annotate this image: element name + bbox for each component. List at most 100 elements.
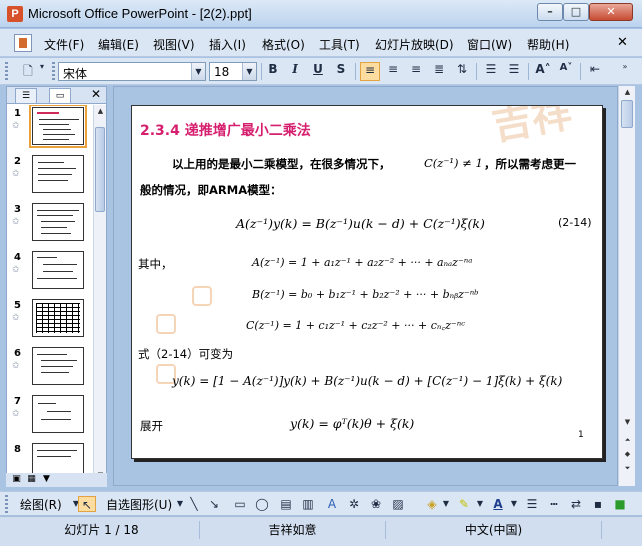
slide-number: 2	[14, 156, 21, 167]
slideshow-view-icon[interactable]: ▼	[40, 473, 53, 486]
scroll-thumb[interactable]	[95, 127, 105, 212]
close-button[interactable]: ✕	[589, 3, 633, 21]
menu-insert[interactable]: 插入(I)	[209, 36, 246, 53]
vertical-textbox-icon[interactable]: ▥	[300, 496, 316, 512]
new-document-icon[interactable]: 🗋	[18, 62, 38, 81]
vertical-distribute-icon[interactable]: ⇅	[452, 62, 472, 81]
line-style-icon[interactable]: ☰	[524, 496, 540, 512]
toolbar-options-icon[interactable]: ▾	[36, 62, 48, 81]
intro-text-line1[interactable]: 以上用的是最小二乘模型，在很多情况下，	[172, 156, 391, 172]
chevron-down-icon[interactable]: ▼	[506, 496, 522, 512]
oval-icon[interactable]: ◯	[254, 496, 270, 512]
toolbar-grip[interactable]	[5, 495, 8, 513]
toolbar-options-icon[interactable]: »	[618, 62, 632, 81]
decrease-indent-icon[interactable]: ⇤	[585, 62, 605, 81]
font-color-icon[interactable]: A	[490, 496, 506, 512]
menu-file[interactable]: 文件(F)	[44, 36, 84, 53]
panel-close-icon[interactable]: ✕	[91, 87, 101, 101]
menu-tools[interactable]: 工具(T)	[319, 36, 360, 53]
minimize-button[interactable]: –	[537, 3, 563, 21]
line-icon[interactable]: ╲	[186, 496, 202, 512]
autoshapes-button[interactable]: 自选图形(U)	[106, 496, 172, 513]
chevron-down-icon[interactable]: ▼	[438, 496, 454, 512]
font-size-select[interactable]: 18 ▼	[209, 62, 257, 81]
align-left-icon[interactable]: ≡	[360, 62, 380, 81]
scroll-up-icon[interactable]: ▲	[95, 105, 106, 117]
chevron-down-icon[interactable]: ▼	[242, 63, 256, 80]
menu-view[interactable]: 视图(V)	[153, 36, 195, 53]
menu-slideshow[interactable]: 幻灯片放映(D)	[375, 36, 454, 53]
slide-thumbnail[interactable]	[32, 347, 84, 385]
powerpoint-icon[interactable]: P	[7, 6, 23, 22]
intro-text-line2[interactable]: 般的情况，即ARMA模型：	[140, 182, 282, 198]
align-center-icon[interactable]: ≡	[383, 62, 403, 81]
next-slide-icon[interactable]: ⏷	[621, 462, 634, 474]
slide-canvas[interactable]: 吉祥 2.3.4 递推增广最小二乘法 以上用的是最小二乘模型，在很多情况下， C…	[131, 105, 603, 459]
slide-thumbnail[interactable]	[32, 251, 84, 289]
thumbnail-row[interactable]: 7 ✩	[7, 393, 93, 441]
thumbnail-scrollbar[interactable]: ▲ ▼	[93, 105, 106, 483]
slide-thumbnail[interactable]	[29, 105, 87, 148]
select-object-icon[interactable]: ◆	[621, 448, 634, 460]
diagram-icon[interactable]: ✲	[346, 496, 362, 512]
chevron-down-icon[interactable]: ▼	[191, 63, 205, 80]
thumbnail-row[interactable]: 4 ✩	[7, 249, 93, 297]
decrease-font-icon[interactable]: A˅	[556, 62, 576, 81]
slide-scrollbar[interactable]: ▲ ▼ ⏶ ◆ ⏷	[618, 86, 635, 486]
select-pointer-icon[interactable]: ↖	[78, 496, 96, 512]
dash-style-icon[interactable]: ┅	[546, 496, 562, 512]
shadow-style-icon[interactable]: ▪	[590, 496, 606, 512]
bold-button[interactable]: B	[263, 62, 283, 81]
document-icon[interactable]	[14, 34, 32, 52]
thumbnail-row[interactable]: 3 ✩	[7, 201, 93, 249]
thumbnail-row[interactable]: 2 ✩	[7, 153, 93, 201]
arrow-style-icon[interactable]: ⇄	[568, 496, 584, 512]
panel-tabs: ☰ ▭ ✕	[7, 87, 106, 104]
menu-format[interactable]: 格式(O)	[262, 36, 305, 53]
numbered-list-icon[interactable]: ☰	[481, 62, 501, 81]
clipart-icon[interactable]: ❀	[368, 496, 384, 512]
increase-font-icon[interactable]: A˄	[533, 62, 553, 81]
toolbar-separator	[476, 63, 477, 80]
slide-sorter-icon[interactable]: ▦	[25, 473, 38, 486]
thumbnail-row[interactable]: 5 ✩	[7, 297, 93, 345]
normal-view-icon[interactable]: ▣	[10, 473, 23, 486]
3d-style-icon[interactable]: ■	[612, 496, 628, 512]
italic-button[interactable]: I	[285, 62, 305, 81]
slide-heading[interactable]: 2.3.4 递推增广最小二乘法	[140, 120, 311, 140]
scroll-up-icon[interactable]: ▲	[621, 86, 634, 98]
justify-icon[interactable]: ≣	[429, 62, 449, 81]
menu-help[interactable]: 帮助(H)	[527, 36, 569, 53]
chevron-down-icon[interactable]: ▼	[472, 496, 488, 512]
scroll-thumb[interactable]	[621, 100, 633, 128]
previous-slide-icon[interactable]: ⏶	[621, 434, 634, 446]
bullet-list-icon[interactable]: ☰	[504, 62, 524, 81]
document-close-button[interactable]: ✕	[617, 35, 628, 50]
maximize-button[interactable]: □	[563, 3, 589, 21]
thumbnail-row[interactable]: 6 ✩	[7, 345, 93, 393]
shadow-button[interactable]: S	[331, 62, 351, 81]
intro-text-line1b[interactable]: ，所以需考虑更一	[484, 156, 576, 172]
slide-thumbnail[interactable]	[32, 203, 84, 241]
rectangle-icon[interactable]: ▭	[232, 496, 248, 512]
menu-edit[interactable]: 编辑(E)	[98, 36, 139, 53]
slide-thumbnail[interactable]	[32, 155, 84, 193]
slide-thumbnail[interactable]	[32, 299, 84, 337]
thumbnail-row[interactable]: 1 ✩	[7, 105, 93, 153]
slide-thumbnail[interactable]	[32, 395, 84, 433]
textbox-icon[interactable]: ▤	[278, 496, 294, 512]
line-color-icon[interactable]: ✎	[456, 496, 472, 512]
scroll-down-icon[interactable]: ▼	[621, 416, 634, 428]
arrow-icon[interactable]: ↘	[206, 496, 222, 512]
menu-window[interactable]: 窗口(W)	[467, 36, 512, 53]
tab-outline[interactable]: ☰	[15, 88, 37, 103]
font-name-select[interactable]: 宋体 ▼	[58, 62, 206, 81]
align-right-icon[interactable]: ≡	[406, 62, 426, 81]
picture-icon[interactable]: ▨	[390, 496, 406, 512]
underline-button[interactable]: U	[308, 62, 328, 81]
toolbar-grip[interactable]	[5, 62, 8, 80]
wordart-icon[interactable]: A	[324, 496, 340, 512]
tab-slides[interactable]: ▭	[49, 88, 71, 103]
toolbar-grip[interactable]	[52, 62, 55, 80]
draw-menu-button[interactable]: 绘图(R)	[20, 496, 62, 513]
